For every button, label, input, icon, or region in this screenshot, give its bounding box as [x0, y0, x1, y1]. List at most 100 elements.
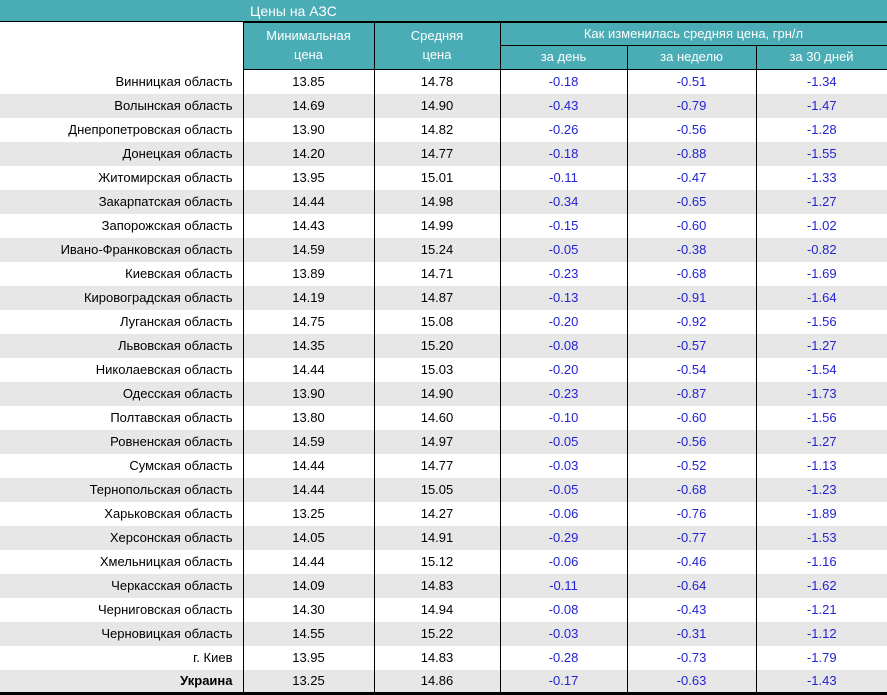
- change-30days-cell: -1.43: [755, 669, 887, 694]
- avg-price-cell: 14.77: [373, 453, 500, 478]
- change-day-cell: -0.13: [499, 285, 627, 310]
- table-row: Тернопольская область 14.44 15.05 -0.05 -0.6…: [0, 477, 887, 502]
- region-name-cell: Львовская область: [117, 338, 233, 353]
- change-30days-cell: -1.02: [755, 213, 887, 238]
- change-30days-cell: -1.23: [755, 477, 887, 502]
- avg-price-cell: 14.87: [373, 285, 500, 310]
- region-name-cell: Николаевская область: [95, 362, 233, 377]
- min-price-cell: 14.05: [242, 525, 374, 550]
- change-30days-cell: -1.62: [755, 573, 887, 598]
- change-day-cell: -0.15: [499, 213, 627, 238]
- min-price-cell: 14.09: [242, 573, 374, 598]
- region-name-cell: Одесская область: [122, 386, 233, 401]
- table-header: Минимальная цена Средняя цена Как измени…: [0, 22, 887, 70]
- min-price-cell: 13.90: [242, 117, 374, 142]
- min-price-cell: 14.44: [242, 189, 374, 214]
- page-title: Цены на АЗС: [250, 2, 337, 19]
- min-price-cell: 13.90: [242, 381, 374, 406]
- change-30days-cell: -1.89: [755, 501, 887, 526]
- min-price-cell: 14.44: [242, 477, 374, 502]
- avg-price-cell: 14.91: [373, 525, 500, 550]
- min-price-cell: 13.89: [242, 261, 374, 286]
- change-week-cell: -0.60: [626, 405, 756, 430]
- avg-price-cell: 15.12: [373, 549, 500, 574]
- min-price-cell: 14.44: [242, 453, 374, 478]
- region-name-cell: Полтавская область: [110, 410, 233, 425]
- min-price-cell: 13.95: [242, 645, 374, 670]
- change-30days-cell: -1.54: [755, 357, 887, 382]
- avg-price-cell: 14.27: [373, 501, 500, 526]
- change-week-cell: -0.43: [626, 597, 756, 622]
- change-day-cell: -0.08: [499, 333, 627, 358]
- change-30days-cell: -1.73: [755, 381, 887, 406]
- fuel-price-page: Цены на АЗС Минимальная цена Средняя цен…: [0, 0, 887, 695]
- change-day-cell: -0.11: [499, 573, 627, 598]
- min-price-cell: 13.95: [242, 165, 374, 190]
- min-price-cell: 14.75: [242, 309, 374, 334]
- change-day-cell: -0.18: [499, 141, 627, 166]
- avg-price-header-line1: Средняя: [410, 28, 464, 44]
- change-week-cell: -0.52: [626, 453, 756, 478]
- region-name-cell: Украина: [180, 673, 233, 688]
- change-week-cell: -0.73: [626, 645, 756, 670]
- table-row: Донецкая область 14.20 14.77 -0.18 -0.88 -1.5…: [0, 141, 887, 166]
- change-30days-cell: -1.64: [755, 285, 887, 310]
- change-week-cell: -0.87: [626, 381, 756, 406]
- region-name-cell: Кировоградская область: [83, 290, 233, 305]
- avg-price-cell: 14.83: [373, 573, 500, 598]
- change-week-cell: -0.92: [626, 309, 756, 334]
- avg-price-cell: 15.05: [373, 477, 500, 502]
- min-price-header-line2: цена: [294, 47, 323, 62]
- region-name-cell: Винницкая область: [115, 74, 233, 89]
- table-row: Ровненская область 14.59 14.97 -0.05 -0.56 -1…: [0, 429, 887, 454]
- avg-price-cell: 15.20: [373, 333, 500, 358]
- change-30days-cell: -1.28: [755, 117, 887, 142]
- change-day-cell: -0.23: [499, 261, 627, 286]
- change-day-cell: -0.05: [499, 429, 627, 454]
- avg-price-cell: 14.94: [373, 597, 500, 622]
- min-price-cell: 14.69: [242, 93, 374, 118]
- avg-price-cell: 14.90: [373, 93, 500, 118]
- region-column-header-blank: [0, 22, 244, 70]
- min-price-cell: 14.20: [242, 141, 374, 166]
- table-row: Черниговская область 14.30 14.94 -0.08 -0.43…: [0, 597, 887, 622]
- change-week-cell: -0.56: [626, 117, 756, 142]
- table-row: Николаевская область 14.44 15.03 -0.20 -0.54…: [0, 357, 887, 382]
- change-day-cell: -0.06: [499, 549, 627, 574]
- change-per-day-header: за день: [499, 45, 628, 70]
- table-row: Одесская область 13.90 14.90 -0.23 -0.87 -1.7…: [0, 381, 887, 406]
- region-name-cell: Ровненская область: [110, 434, 233, 449]
- region-name-cell: Сумская область: [129, 458, 233, 473]
- region-name-cell: Закарпатская область: [98, 194, 233, 209]
- change-30days-cell: -1.21: [755, 597, 887, 622]
- change-30days-cell: -1.27: [755, 189, 887, 214]
- region-name-cell: Житомирская область: [98, 170, 233, 185]
- table-row: Волынская область 14.69 14.90 -0.43 -0.79 -1.…: [0, 93, 887, 118]
- min-price-cell: 14.19: [242, 285, 374, 310]
- change-per-30days-header: за 30 дней: [755, 45, 887, 70]
- change-week-cell: -0.68: [626, 477, 756, 502]
- avg-price-cell: 14.71: [373, 261, 500, 286]
- min-price-cell: 14.30: [242, 597, 374, 622]
- change-30days-cell: -1.16: [755, 549, 887, 574]
- change-day-cell: -0.34: [499, 189, 627, 214]
- change-30days-cell: -1.12: [755, 621, 887, 646]
- change-day-cell: -0.26: [499, 117, 627, 142]
- change-day-cell: -0.18: [499, 69, 627, 94]
- avg-price-cell: 15.22: [373, 621, 500, 646]
- region-name-cell: г. Киев: [193, 650, 233, 665]
- region-name-cell: Черновицкая область: [101, 626, 233, 641]
- table-body: Винницкая область 13.85 14.78 -0.18 -0.51 -1.…: [0, 69, 887, 694]
- min-price-cell: 14.43: [242, 213, 374, 238]
- change-day-cell: -0.23: [499, 381, 627, 406]
- change-30days-cell: -1.33: [755, 165, 887, 190]
- change-week-cell: -0.77: [626, 525, 756, 550]
- min-price-cell: 14.44: [242, 357, 374, 382]
- change-week-cell: -0.54: [626, 357, 756, 382]
- change-30days-cell: -1.69: [755, 261, 887, 286]
- change-30days-cell: -1.13: [755, 453, 887, 478]
- change-30days-cell: -1.47: [755, 93, 887, 118]
- change-week-cell: -0.60: [626, 213, 756, 238]
- table-row: Закарпатская область 14.44 14.98 -0.34 -0.65…: [0, 189, 887, 214]
- avg-price-header-line2: цена: [422, 47, 452, 62]
